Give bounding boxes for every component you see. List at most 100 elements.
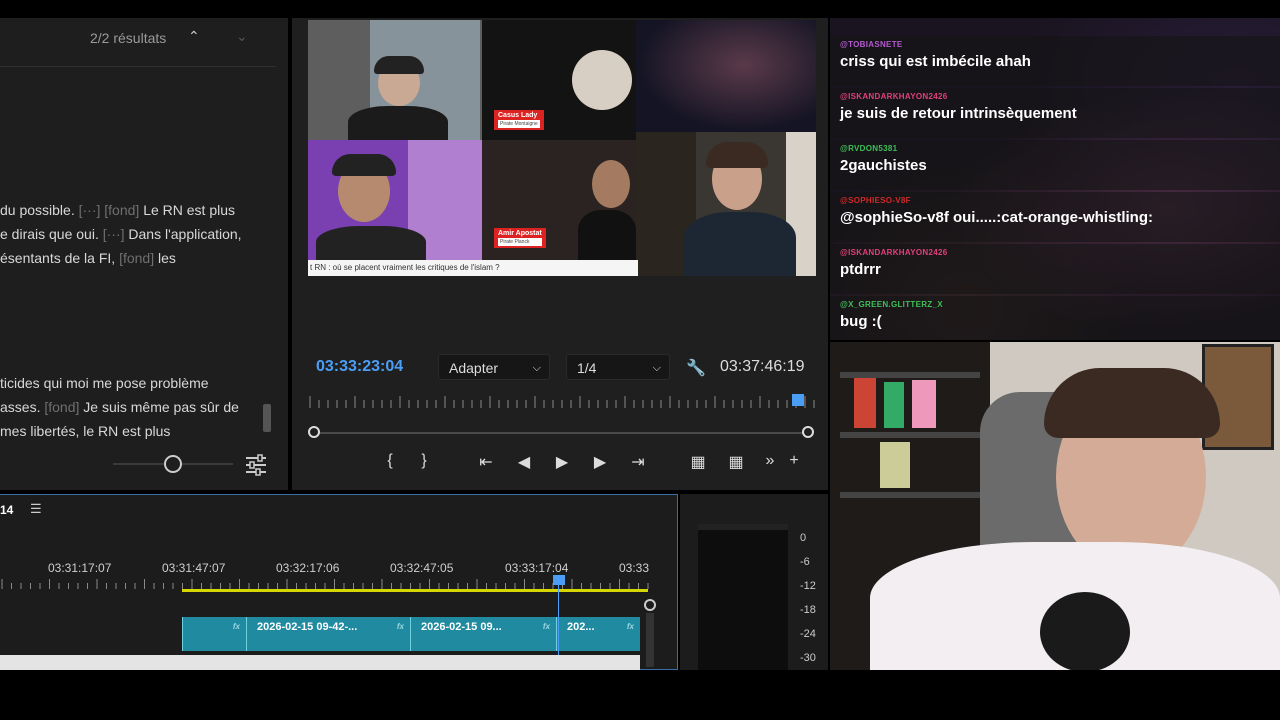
mark-out-icon[interactable]: } (412, 452, 436, 470)
db-label: -18 (800, 604, 816, 616)
timeline-playhead[interactable] (553, 575, 565, 585)
monitor-zoom-bar[interactable] (314, 432, 810, 434)
monitor-playhead[interactable] (792, 394, 804, 406)
transcript-line[interactable]: mes libertés, le RN est plus (0, 423, 170, 439)
chevron-down-icon: ⌵ (652, 362, 661, 374)
timeline-timecode: 03:31:17:07 (48, 561, 112, 575)
transcript-text: e dirais que oui. (0, 226, 99, 242)
host-camera-small (636, 132, 816, 276)
chat-message: @ISKANDARKHAYON2426 je suis de retour in… (830, 88, 1280, 138)
play-icon[interactable]: ▶ (550, 452, 574, 472)
transcript-text: Dans l'application, (128, 226, 242, 242)
step-forward-icon[interactable]: ▶ (588, 452, 612, 472)
clip-label: 2026-02-15 09-42-... (257, 621, 358, 633)
transcript-tag: [···] (102, 226, 125, 242)
transcript-text: les (158, 250, 176, 266)
timeline-vertical-scrollbar[interactable] (646, 613, 654, 667)
video-preview[interactable]: Casus Lady Pirate Montaigne Amir Apostat… (308, 20, 816, 276)
transcript-text: asses. (0, 399, 41, 415)
transcript-scrollbar[interactable] (263, 404, 271, 432)
add-icon[interactable]: + (782, 452, 806, 470)
step-back-icon[interactable]: ◀ (512, 452, 536, 472)
fit-dropdown-value: Adapter (449, 360, 499, 376)
db-label: -30 (800, 652, 816, 664)
go-to-out-icon[interactable]: ⇥ (626, 452, 650, 472)
sliders-icon[interactable] (244, 454, 268, 476)
audio-meter (698, 524, 788, 676)
video-clip[interactable]: 202... fx (556, 617, 640, 651)
resolution-dropdown[interactable]: 1/4 ⌵ (566, 354, 670, 380)
guest-camera-2: Casus Lady Pirate Montaigne (482, 20, 636, 140)
chat-username: @TOBIASNETE (840, 40, 903, 49)
chat-text: je suis de retour intrinsèquement (840, 105, 1077, 122)
zoom-bar-end-handle[interactable] (802, 426, 814, 438)
host-webcam (830, 342, 1280, 670)
transcript-line[interactable]: e dirais que oui. [···] Dans l'applicati… (0, 226, 242, 242)
search-results-count: 2/2 résultats (90, 30, 167, 46)
video-caption-bar: t RN : où se placent vraiment les critiq… (308, 260, 638, 276)
chevron-down-icon: ⌵ (532, 362, 541, 374)
space-background (636, 20, 816, 132)
transcript-text: Le RN est plus (143, 202, 236, 218)
transcript-line[interactable]: asses. [fond] Je suis même pas sûr de (0, 399, 239, 415)
chat-message: @SOPHIESO-V8F @sophieSo-v8f oui.....:cat… (830, 192, 1280, 242)
chat-username: @SOPHIESO-V8F (840, 196, 911, 205)
timeline-timecode: 03:33 (619, 561, 650, 575)
fx-badge: fx (396, 622, 404, 631)
db-label: -24 (800, 628, 816, 640)
chevron-up-icon[interactable]: ⌃ (188, 28, 200, 45)
sequence-tab[interactable]: 14 (0, 503, 13, 517)
chat-text: @sophieSo-v8f oui.....:cat-orange-whistl… (840, 209, 1153, 226)
video-clip[interactable]: 2026-02-15 09-42-... fx (246, 617, 410, 651)
chat-text: ptdrrr (840, 261, 881, 278)
timeline-track-area[interactable] (0, 655, 640, 671)
clip-label: 202... (567, 621, 595, 633)
transcript-line[interactable]: du possible. [···] [fond] Le RN est plus (0, 202, 235, 218)
timeline-scroll-handle[interactable] (644, 599, 656, 611)
guest-name: Amir Apostat (498, 230, 542, 237)
transcript-line[interactable]: ésentants de la FI, [fond] les (0, 250, 176, 266)
guest-nameplate-2: Amir Apostat Pirate Planck (494, 228, 546, 248)
current-timecode[interactable]: 03:33:23:04 (316, 358, 403, 376)
transcript-tag: [···] [fond] (78, 202, 140, 218)
chat-message: @X_GREEN.GLITTERZ_X bug :( (830, 296, 1280, 340)
resolution-dropdown-value: 1/4 (577, 360, 597, 376)
transcript-panel: 2/2 résultats ⌃ ⌄ du possible. [···] [fo… (0, 18, 288, 490)
chat-message: @TOBIASNETE criss qui est imbécile ahah (830, 36, 1280, 86)
chat-username: @ISKANDARKHAYON2426 (840, 248, 948, 257)
transcript-tag: [fond] (44, 399, 80, 415)
chat-message: @ISKANDARKHAYON2426 ptdrrr (830, 244, 1280, 294)
hamburger-menu-icon[interactable]: ☰ (30, 501, 42, 517)
timeline-timecode: 03:32:47:05 (390, 561, 454, 575)
timeline-panel: 14 ☰ 03:31:17:07 03:31:47:07 03:32:17:06… (0, 494, 678, 671)
fx-badge: fx (542, 622, 550, 631)
timeline-timecode: 03:33:17:04 (505, 561, 569, 575)
fit-dropdown[interactable]: Adapter ⌵ (438, 354, 550, 380)
video-clip[interactable]: 2026-02-15 09... fx (410, 617, 556, 651)
db-label: -12 (800, 580, 816, 592)
mark-in-icon[interactable]: { (378, 452, 402, 470)
guest-subtitle: Pirate Planck (498, 238, 542, 246)
transcript-text: ticides qui moi me pose problème (0, 375, 209, 391)
transcript-text: mes libertés, le RN est plus (0, 423, 171, 439)
transcript-search-header: 2/2 résultats ⌃ ⌄ (0, 18, 276, 67)
extract-icon[interactable]: ▦ (724, 452, 748, 472)
db-label: -6 (800, 556, 810, 568)
chevron-down-icon[interactable]: ⌄ (236, 28, 248, 45)
chat-text: criss qui est imbécile ahah (840, 53, 1031, 70)
go-to-in-icon[interactable]: ⇤ (474, 452, 498, 472)
clip-label: 2026-02-15 09... (421, 621, 502, 633)
transcript-zoom-slider-knob[interactable] (164, 455, 182, 473)
fx-badge: fx (626, 622, 634, 631)
monitor-time-ruler[interactable] (308, 394, 816, 414)
video-clip[interactable]: fx (182, 617, 246, 651)
work-area-bar[interactable] (182, 589, 648, 592)
letterbox-bar (0, 670, 1280, 720)
zoom-bar-start-handle[interactable] (308, 426, 320, 438)
guest-camera-4: Amir Apostat Pirate Planck (482, 140, 636, 260)
more-icon[interactable]: » (758, 452, 782, 470)
transcript-line[interactable]: ticides qui moi me pose problème (0, 375, 209, 391)
wrench-icon[interactable]: 🔧 (686, 358, 706, 378)
chat-text: 2gauchistes (840, 157, 927, 174)
lift-icon[interactable]: ▦ (686, 452, 710, 472)
